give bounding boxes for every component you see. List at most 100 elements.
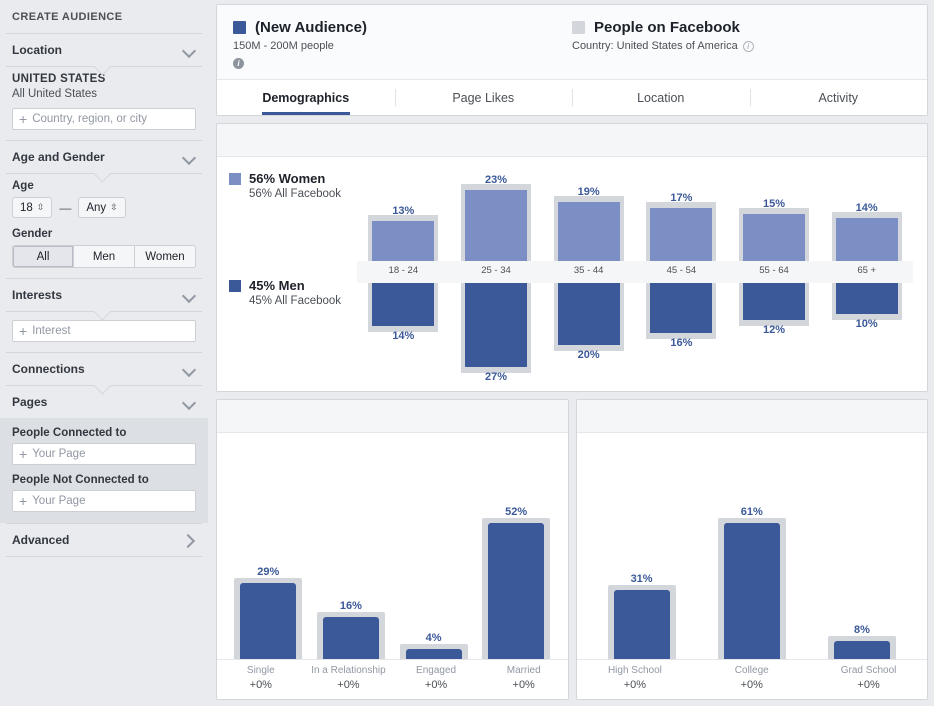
legend-men: 45% Men 45% All Facebook <box>229 278 341 307</box>
women-bar[interactable]: 13% <box>372 205 435 261</box>
chevron-down-icon[interactable] <box>183 151 196 164</box>
women-bar-value: 13% <box>392 204 415 217</box>
women-bar-wrap: 13% <box>368 205 439 261</box>
tab-demographics[interactable]: Demographics <box>217 80 395 115</box>
sidebar-section-advanced[interactable]: Advanced <box>0 524 208 556</box>
education-columns: 31% 61% 8% <box>587 443 918 659</box>
chevron-down-icon[interactable] <box>183 44 196 57</box>
audience-info-row: i <box>233 58 572 69</box>
benchmark-detail: Country: United States of America <box>572 40 738 52</box>
bar-value-label: 29% <box>257 566 280 578</box>
men-bar[interactable]: 20% <box>557 283 620 361</box>
age-min-select[interactable]: 18 ⇳ <box>12 197 53 218</box>
value-bar[interactable]: 16% <box>322 600 379 659</box>
axis-label-group: High School +0% <box>577 660 694 699</box>
men-bar[interactable]: 14% <box>372 283 435 342</box>
audience-header-card: (New Audience) 150M - 200M people i Peop… <box>216 4 928 116</box>
age-gender-columns: 13% 14% 18 - 24 23% 27% 25 - 34 19% 20% 35 - 44 1… <box>357 165 913 391</box>
value-bar[interactable]: 52% <box>488 506 545 659</box>
chevron-down-icon[interactable] <box>183 363 196 376</box>
women-bar[interactable]: 15% <box>743 198 806 261</box>
people-not-connected-label: People Not Connected to <box>12 474 149 486</box>
men-bar-area: 20% <box>542 283 635 379</box>
plus-icon: + <box>19 323 28 339</box>
location-input[interactable]: + Country, region, or city <box>12 108 196 130</box>
plus-icon: + <box>19 446 28 462</box>
value-bar[interactable]: 31% <box>613 573 670 659</box>
tab-page-likes[interactable]: Page Likes <box>394 80 573 115</box>
chart-column[interactable]: 29% <box>227 443 310 659</box>
gender-option-all[interactable]: All <box>13 246 74 267</box>
tab-location[interactable]: Location <box>572 80 750 115</box>
chart-column[interactable]: 31% <box>587 443 697 659</box>
interest-input[interactable]: + Interest <box>12 320 196 342</box>
bar-wrap: 16% <box>316 600 385 659</box>
women-bar-wrap: 14% <box>831 202 902 261</box>
chart-column[interactable]: 52% <box>475 443 558 659</box>
age-group-column[interactable]: 19% 20% 35 - 44 <box>542 165 635 391</box>
age-group-column[interactable]: 23% 27% 25 - 34 <box>450 165 543 391</box>
men-bar-wrap: 12% <box>739 283 810 336</box>
women-bar[interactable]: 14% <box>835 202 898 261</box>
women-bar-area: 15% <box>728 165 821 261</box>
chevron-down-icon[interactable] <box>183 396 196 409</box>
delta-label: +0% <box>337 679 360 691</box>
value-bar[interactable]: 61% <box>723 506 780 659</box>
men-bar-value: 20% <box>577 349 600 362</box>
age-group-column[interactable]: 15% 12% 55 - 64 <box>728 165 821 391</box>
info-icon[interactable]: i <box>742 40 754 52</box>
benchmark-name: People on Facebook <box>594 19 740 36</box>
sidebar-section-connections-label: Connections <box>12 362 85 376</box>
location-input-placeholder: Country, region, or city <box>32 113 148 125</box>
men-bar[interactable]: 12% <box>743 283 806 336</box>
men-bar-wrap: 16% <box>646 283 717 349</box>
bar-wrap: 29% <box>234 566 303 659</box>
plus-icon: + <box>19 111 28 127</box>
axis-label-group: College +0% <box>693 660 810 699</box>
value-bar[interactable]: 29% <box>240 566 297 659</box>
divider <box>6 556 202 557</box>
axis-label-group: Grad School +0% <box>810 660 927 699</box>
audience-title-row: (New Audience) <box>233 19 572 36</box>
age-range-row: 18 ⇳ — Any ⇳ <box>12 197 196 218</box>
gender-option-women[interactable]: Women <box>135 246 195 267</box>
chart-column[interactable]: 8% <box>807 443 917 659</box>
pages-panel: People Connected to + Your Page People N… <box>0 418 208 523</box>
people-not-connected-input[interactable]: + Your Page <box>12 490 196 512</box>
benchmark-summary: People on Facebook Country: United State… <box>572 19 911 69</box>
value-bar[interactable]: 4% <box>405 632 462 659</box>
chevron-down-icon[interactable] <box>183 289 196 302</box>
men-bar[interactable]: 16% <box>650 283 713 349</box>
delta-label: +0% <box>424 679 448 691</box>
stepper-icon: ⇳ <box>110 202 118 212</box>
chevron-right-icon[interactable] <box>183 534 196 547</box>
category-label: Single <box>246 665 275 676</box>
age-group-column[interactable]: 13% 14% 18 - 24 <box>357 165 450 391</box>
value-bar[interactable]: 8% <box>833 624 890 659</box>
benchmark-color-swatch <box>572 21 585 34</box>
bar-wrap: 31% <box>607 573 676 659</box>
delta-label: +0% <box>512 679 535 691</box>
relationship-plot: 29% 16% 4% 52% <box>217 433 568 659</box>
men-bar[interactable]: 27% <box>465 283 527 383</box>
interest-input-placeholder: Interest <box>32 325 71 337</box>
men-bar[interactable]: 10% <box>835 283 898 330</box>
women-bar-value: 19% <box>577 186 600 199</box>
chart-column[interactable]: 61% <box>697 443 807 659</box>
delta-label: +0% <box>249 679 272 691</box>
category-label: College <box>734 665 769 676</box>
age-group-column[interactable]: 14% 10% 65 + <box>820 165 913 391</box>
chart-column[interactable]: 16% <box>310 443 393 659</box>
education-axis: High School +0% College +0% Grad School +0% <box>576 659 927 699</box>
age-max-select[interactable]: Any ⇳ <box>78 197 126 218</box>
tab-activity[interactable]: Activity <box>749 80 928 115</box>
women-bar[interactable]: 23% <box>465 174 527 261</box>
chart-column[interactable]: 4% <box>392 443 475 659</box>
age-group-column[interactable]: 17% 16% 45 - 54 <box>635 165 728 391</box>
women-bar[interactable]: 17% <box>650 192 713 261</box>
people-connected-input[interactable]: + Your Page <box>12 443 196 465</box>
bottom-charts-row: 29% 16% 4% 52% Single +0% In a Relationship +0… <box>216 399 928 700</box>
info-icon[interactable]: i <box>233 58 244 69</box>
women-bar[interactable]: 19% <box>557 186 620 261</box>
gender-option-men[interactable]: Men <box>74 246 135 267</box>
